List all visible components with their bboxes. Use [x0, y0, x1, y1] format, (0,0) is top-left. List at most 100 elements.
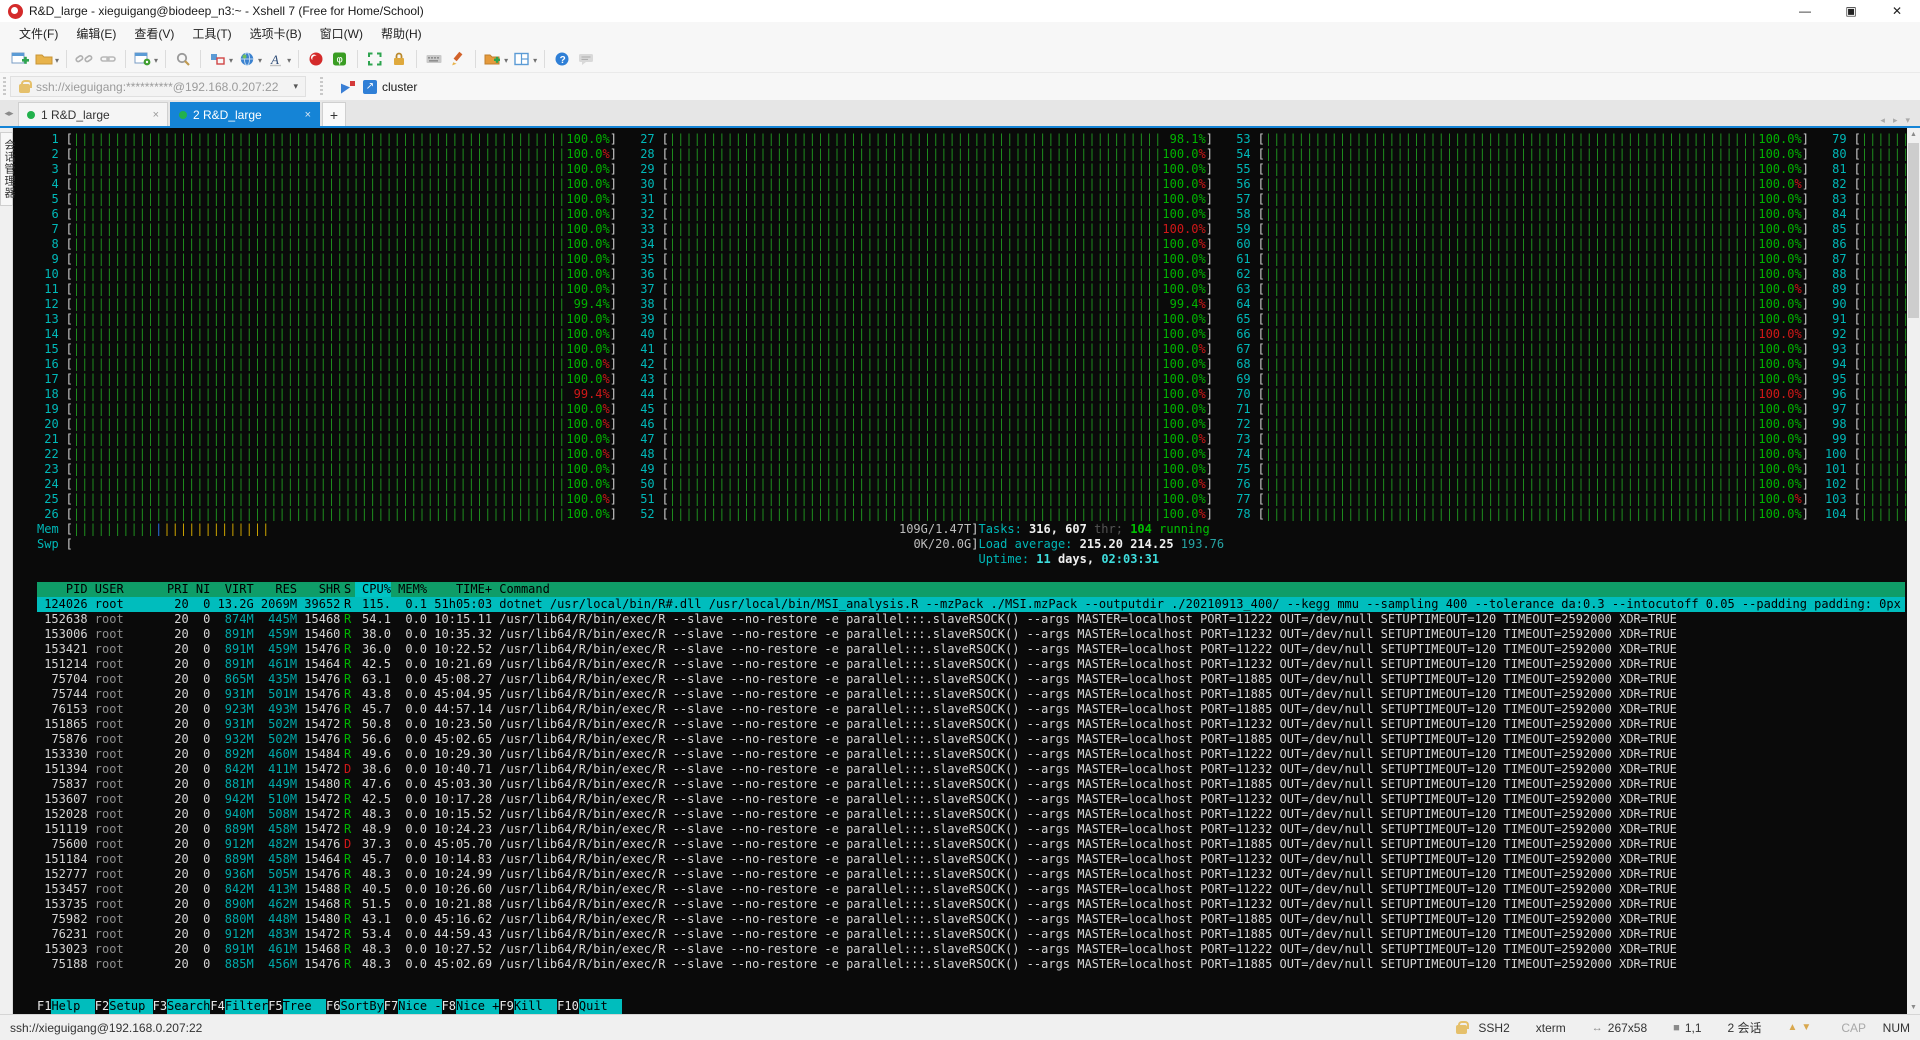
- process-row[interactable]: 75704root200865M435M15476R63.10.045:08.2…: [37, 672, 1905, 687]
- process-row[interactable]: 75744root200931M501M15476R43.80.045:04.9…: [37, 687, 1905, 702]
- process-row[interactable]: 153735root200890M462M15468R51.50.010:21.…: [37, 897, 1905, 912]
- header-virt[interactable]: VIRT: [210, 582, 253, 597]
- compose-bar-icon[interactable]: [208, 49, 228, 69]
- font-icon[interactable]: A: [266, 49, 286, 69]
- fkey-number[interactable]: F7: [384, 999, 398, 1014]
- open-session-icon[interactable]: [34, 49, 54, 69]
- fkey-number[interactable]: F1: [37, 999, 51, 1014]
- cluster-bar[interactable]: ↗ cluster: [341, 80, 417, 94]
- menu-item[interactable]: 文件(F): [10, 22, 67, 45]
- lock-screen-icon[interactable]: [389, 49, 409, 69]
- session-properties-icon[interactable]: [133, 49, 153, 69]
- fkey-action[interactable]: Help: [51, 999, 94, 1014]
- reconnect-icon[interactable]: [98, 49, 118, 69]
- new-tab-button[interactable]: +: [322, 102, 346, 126]
- address-input[interactable]: ssh://xieguigang:**********@192.168.0.20…: [10, 76, 306, 97]
- restore-button[interactable]: ▣: [1828, 0, 1874, 22]
- close-button[interactable]: ✕: [1874, 0, 1920, 22]
- menu-item[interactable]: 窗口(W): [311, 22, 372, 45]
- font-caret-icon[interactable]: ▾: [287, 56, 291, 65]
- process-row[interactable]: 152028root200940M508M15472R48.30.010:15.…: [37, 807, 1905, 822]
- terminal-scrollbar[interactable]: ▲ ▼: [1907, 128, 1920, 1014]
- process-row[interactable]: 124026root20013.2G2069M39652R115.0.151h0…: [37, 597, 1905, 612]
- process-row[interactable]: 151214root200891M461M15464R42.50.010:21.…: [37, 657, 1905, 672]
- header-time[interactable]: TIME+: [427, 582, 492, 597]
- fkey-action[interactable]: Search: [167, 999, 210, 1014]
- fkey-number[interactable]: F4: [210, 999, 224, 1014]
- session-nav-arrows-icon[interactable]: ▲▼: [1788, 1022, 1816, 1033]
- header-mem[interactable]: MEM%: [391, 582, 427, 597]
- fkey-number[interactable]: F3: [153, 999, 167, 1014]
- header-cpu[interactable]: CPU%: [355, 582, 391, 597]
- find-icon[interactable]: [173, 49, 193, 69]
- header-s[interactable]: S: [340, 582, 354, 597]
- address-dropdown-icon[interactable]: ▾: [290, 81, 301, 92]
- status-sessions[interactable]: 2 会话: [1728, 1019, 1762, 1036]
- process-row[interactable]: 153421root200891M459M15476R36.00.010:22.…: [37, 642, 1905, 657]
- process-row[interactable]: 152777root200936M505M15476R48.30.010:24.…: [37, 867, 1905, 882]
- menu-item[interactable]: 查看(V): [125, 22, 183, 45]
- fkey-action[interactable]: Filter: [225, 999, 268, 1014]
- process-row[interactable]: 153457root200842M413M15488R40.50.010:26.…: [37, 882, 1905, 897]
- fkey-action[interactable]: Nice +: [456, 999, 499, 1014]
- process-row[interactable]: 153023root200891M461M15468R48.30.010:27.…: [37, 942, 1905, 957]
- scrollbar-thumb[interactable]: [1908, 143, 1919, 318]
- menu-item[interactable]: 工具(T): [183, 22, 240, 45]
- status-terminal-type[interactable]: xterm: [1536, 1021, 1566, 1035]
- process-row[interactable]: 76153root200923M493M15476R45.70.044:57.1…: [37, 702, 1905, 717]
- process-row[interactable]: 76231root200912M483M15472R53.40.044:59.4…: [37, 927, 1905, 942]
- terminal[interactable]: 1[||||||||||||||||||||||||||||||||||||||…: [13, 128, 1907, 1014]
- scroll-down-icon[interactable]: ▼: [1907, 1001, 1920, 1014]
- process-row[interactable]: 152638root200874M445M15468R54.10.010:15.…: [37, 612, 1905, 627]
- header-pri[interactable]: PRI: [160, 582, 189, 597]
- xagent-icon[interactable]: φ: [330, 49, 350, 69]
- process-row[interactable]: 75600root200912M482M15476D37.30.045:05.7…: [37, 837, 1905, 852]
- fkey-action[interactable]: Kill: [514, 999, 557, 1014]
- session-tab-1[interactable]: 1 R&D_large×: [18, 102, 168, 126]
- highlight-pen-icon[interactable]: [448, 49, 468, 69]
- new-session-icon[interactable]: [10, 49, 30, 69]
- menu-item[interactable]: 编辑(E): [67, 22, 125, 45]
- session-properties-caret-icon[interactable]: ▾: [154, 56, 158, 65]
- fkey-action[interactable]: Setup: [109, 999, 152, 1014]
- header-user[interactable]: USER: [88, 582, 160, 597]
- header-cmd[interactable]: Command: [492, 582, 1905, 597]
- scroll-up-icon[interactable]: ▲: [1907, 128, 1920, 141]
- session-tab-2[interactable]: 2 R&D_large×: [170, 102, 320, 126]
- process-row[interactable]: 75876root200932M502M15476R56.60.045:02.6…: [37, 732, 1905, 747]
- tab-close-icon[interactable]: ×: [139, 109, 159, 121]
- open-session-caret-icon[interactable]: ▾: [55, 56, 59, 65]
- help-icon[interactable]: ?: [552, 49, 572, 69]
- web-browser-caret-icon[interactable]: ▾: [258, 56, 262, 65]
- tab-close-icon[interactable]: ×: [291, 109, 311, 121]
- tiling-layout-icon[interactable]: [512, 49, 532, 69]
- fkey-number[interactable]: F2: [95, 999, 109, 1014]
- header-res[interactable]: RES: [254, 582, 297, 597]
- tab-scroll-right-icon[interactable]: ▸: [1893, 115, 1898, 126]
- minimize-button[interactable]: —: [1782, 0, 1828, 22]
- new-file-caret-icon[interactable]: ▾: [504, 56, 508, 65]
- process-row[interactable]: 153006root200891M459M15460R38.00.010:35.…: [37, 627, 1905, 642]
- web-browser-icon[interactable]: [237, 49, 257, 69]
- drag-handle[interactable]: [3, 77, 6, 97]
- feedback-icon[interactable]: [576, 49, 596, 69]
- menu-item[interactable]: 选项卡(B): [241, 22, 311, 45]
- tab-scroll-left-icon[interactable]: ◂: [1880, 115, 1885, 126]
- header-shr[interactable]: SHR: [297, 582, 340, 597]
- fkey-action[interactable]: Nice -: [398, 999, 441, 1014]
- process-row[interactable]: 151865root200931M502M15472R50.80.010:23.…: [37, 717, 1905, 732]
- process-row[interactable]: 151184root200889M458M15464R45.70.010:14.…: [37, 852, 1905, 867]
- xftp-transfer-icon[interactable]: [306, 49, 326, 69]
- fkey-number[interactable]: F10: [557, 999, 579, 1014]
- disconnect-icon[interactable]: [74, 49, 94, 69]
- fkey-action[interactable]: SortBy: [340, 999, 383, 1014]
- fkey-number[interactable]: F9: [499, 999, 513, 1014]
- new-file-icon[interactable]: [483, 49, 503, 69]
- tab-list-icon[interactable]: ▾: [1905, 115, 1910, 126]
- process-row[interactable]: 151394root200842M411M15472D38.60.010:40.…: [37, 762, 1905, 777]
- menu-item[interactable]: 帮助(H): [372, 22, 431, 45]
- fkey-action[interactable]: Tree: [283, 999, 326, 1014]
- process-row[interactable]: 153330root200892M460M15484R49.60.010:29.…: [37, 747, 1905, 762]
- tiling-layout-caret-icon[interactable]: ▾: [533, 56, 537, 65]
- process-row[interactable]: 151119root200889M458M15472R48.90.010:24.…: [37, 822, 1905, 837]
